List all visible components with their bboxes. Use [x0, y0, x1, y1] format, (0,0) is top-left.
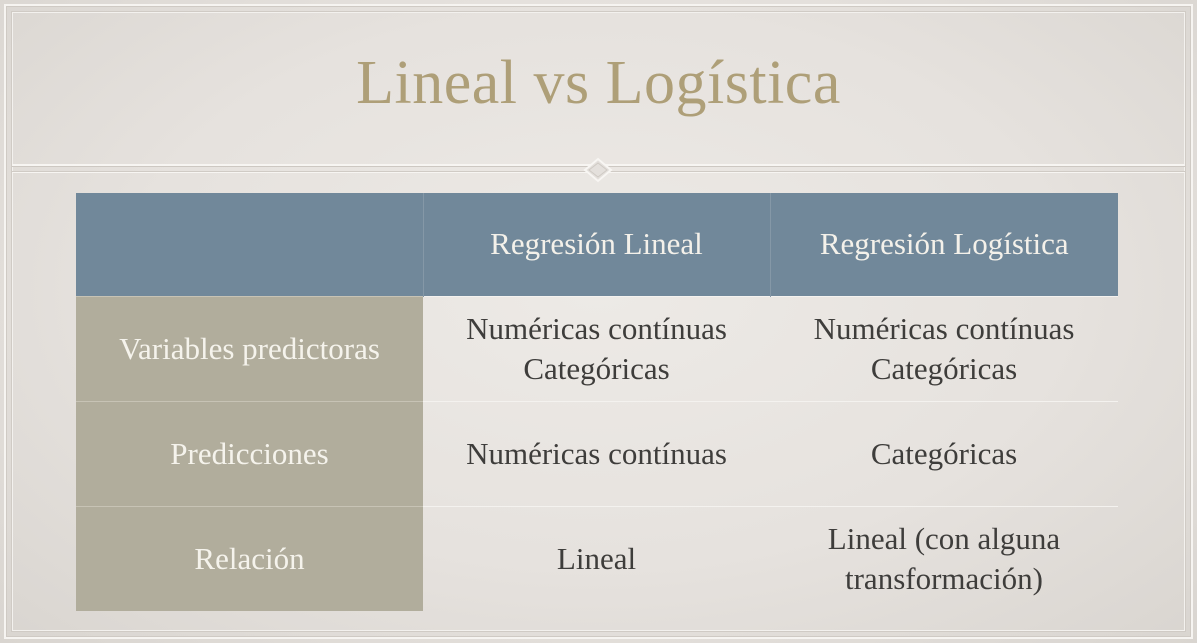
- cell-line: Categóricas: [870, 350, 1018, 386]
- table-header-row: Regresión Lineal Regresión Logística: [76, 193, 1118, 296]
- cell-logistic-predictions: Categóricas: [770, 400, 1118, 506]
- table-row: Predicciones Numéricas contínuas Categór…: [76, 400, 1118, 506]
- slide: Lineal vs Logística Regresión Lineal Reg…: [0, 0, 1197, 643]
- slide-title: Lineal vs Logística: [356, 49, 841, 117]
- diamond-ornament-icon: [583, 157, 613, 183]
- cell-logistic-predictors: Numéricas contínuas Categóricas: [770, 295, 1118, 401]
- cell-line: transformación): [845, 560, 1043, 596]
- table-row: Relación Lineal Lineal (con alguna trans…: [76, 505, 1118, 611]
- cell-line: Categóricas: [523, 350, 670, 386]
- cell-line: Numéricas contínuas: [466, 435, 727, 471]
- cell-line: Lineal (con alguna: [827, 520, 1061, 556]
- cell-logistic-relation: Lineal (con alguna transformación): [770, 505, 1118, 611]
- cell-line: Numéricas contínuas: [813, 310, 1075, 346]
- row-label-variables-predictoras: Variables predictoras: [76, 295, 423, 401]
- cell-line: Lineal: [556, 540, 637, 576]
- cell-linear-predictors: Numéricas contínuas Categóricas: [423, 295, 770, 401]
- cell-line: Categóricas: [870, 435, 1018, 471]
- cell-linear-predictions: Numéricas contínuas: [423, 400, 770, 506]
- table-row: Variables predictoras Numéricas contínua…: [76, 295, 1118, 401]
- row-label-predicciones: Predicciones: [76, 400, 423, 506]
- cell-linear-relation: Lineal: [423, 505, 770, 611]
- header-cell-linear-regression: Regresión Lineal: [423, 193, 771, 296]
- comparison-table: Regresión Lineal Regresión Logística Var…: [76, 193, 1118, 611]
- header-cell-empty: [76, 193, 424, 296]
- header-cell-logistic-regression: Regresión Logística: [770, 193, 1118, 296]
- cell-line: Numéricas contínuas: [466, 310, 727, 346]
- row-label-relacion: Relación: [76, 505, 423, 611]
